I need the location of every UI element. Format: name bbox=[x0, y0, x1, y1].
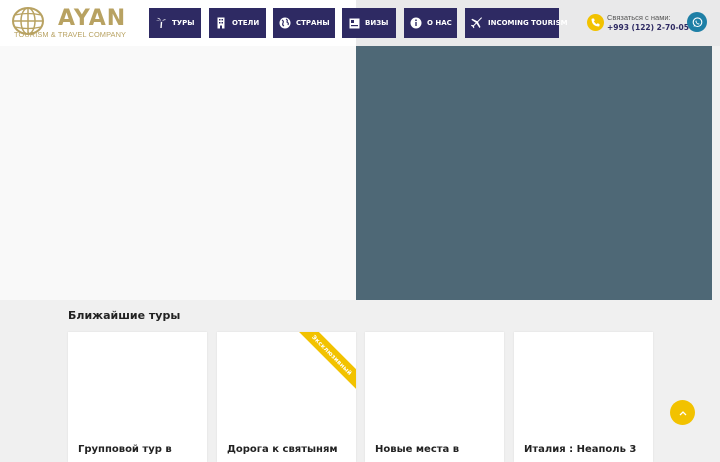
info-icon bbox=[410, 17, 422, 29]
airplane-icon bbox=[471, 17, 483, 29]
nav-item-incoming-tourism[interactable]: INCOMING TOURISM bbox=[465, 8, 568, 38]
exclusive-ribbon: Эксклюзивный bbox=[293, 332, 356, 394]
contact-label: Связаться с нами: bbox=[607, 13, 671, 22]
hero-edge bbox=[712, 46, 720, 300]
brand-tagline: TOURISM & TRAVEL COMPANY bbox=[14, 30, 127, 39]
tour-card[interactable]: Групповой тур в bbox=[68, 332, 207, 462]
brand-logo[interactable]: AYAN TOURISM & TRAVEL COMPANY bbox=[12, 6, 127, 39]
nav-item-about[interactable]: О НАС bbox=[404, 8, 457, 38]
nav-item-countries[interactable]: СТРАНЫ bbox=[273, 8, 335, 38]
nav-item-label: ОТЕЛИ bbox=[232, 19, 260, 27]
nav-item-visas[interactable]: ВИЗЫ bbox=[342, 8, 396, 38]
tour-card[interactable]: Новые места в bbox=[365, 332, 504, 462]
tour-card[interactable]: Эксклюзивный Дорога к святыням bbox=[217, 332, 356, 462]
whatsapp-icon[interactable] bbox=[687, 12, 707, 32]
nav-item-label: ВИЗЫ bbox=[365, 19, 389, 27]
passport-icon bbox=[348, 17, 360, 29]
section-title-upcoming-tours: Ближайшие туры bbox=[68, 309, 181, 322]
globe-icon bbox=[279, 17, 291, 29]
building-icon bbox=[215, 17, 227, 29]
nav-item-hotels[interactable]: ОТЕЛИ bbox=[209, 8, 266, 38]
tour-card[interactable]: Италия : Неаполь 3 bbox=[514, 332, 653, 462]
phone-icon bbox=[587, 14, 604, 31]
nav-item-label: СТРАНЫ bbox=[296, 19, 330, 27]
scroll-to-top-button[interactable] bbox=[670, 400, 695, 425]
palm-tree-icon bbox=[155, 17, 167, 29]
nav-item-label: ТУРЫ bbox=[172, 19, 195, 27]
nav-item-label: INCOMING TOURISM bbox=[488, 19, 568, 27]
hero-slide-right bbox=[356, 46, 712, 300]
brand-name: AYAN bbox=[58, 6, 127, 31]
nav-item-label: О НАС bbox=[427, 19, 452, 27]
chevron-up-icon bbox=[679, 410, 686, 415]
hero-slide-left bbox=[0, 46, 356, 300]
nav-item-tours[interactable]: ТУРЫ bbox=[149, 8, 201, 38]
contact-phone[interactable]: +993 (122) 2-70-05 bbox=[607, 23, 689, 32]
